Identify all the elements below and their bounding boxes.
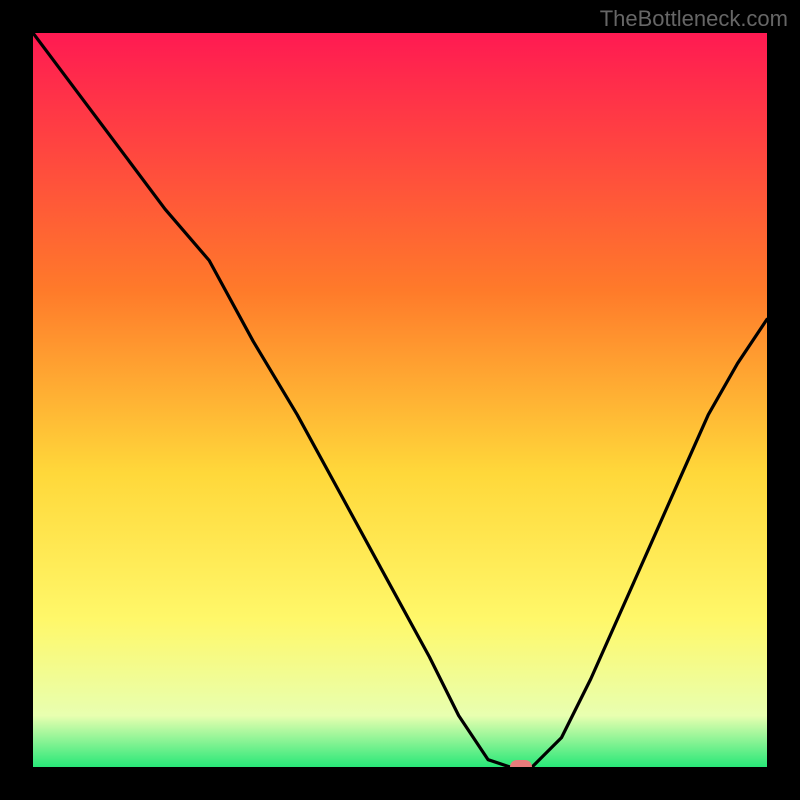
chart-svg bbox=[33, 33, 767, 767]
watermark-text: TheBottleneck.com bbox=[600, 6, 788, 32]
gradient-background bbox=[33, 33, 767, 767]
chart-plot-area bbox=[33, 33, 767, 767]
optimum-marker bbox=[510, 760, 532, 767]
